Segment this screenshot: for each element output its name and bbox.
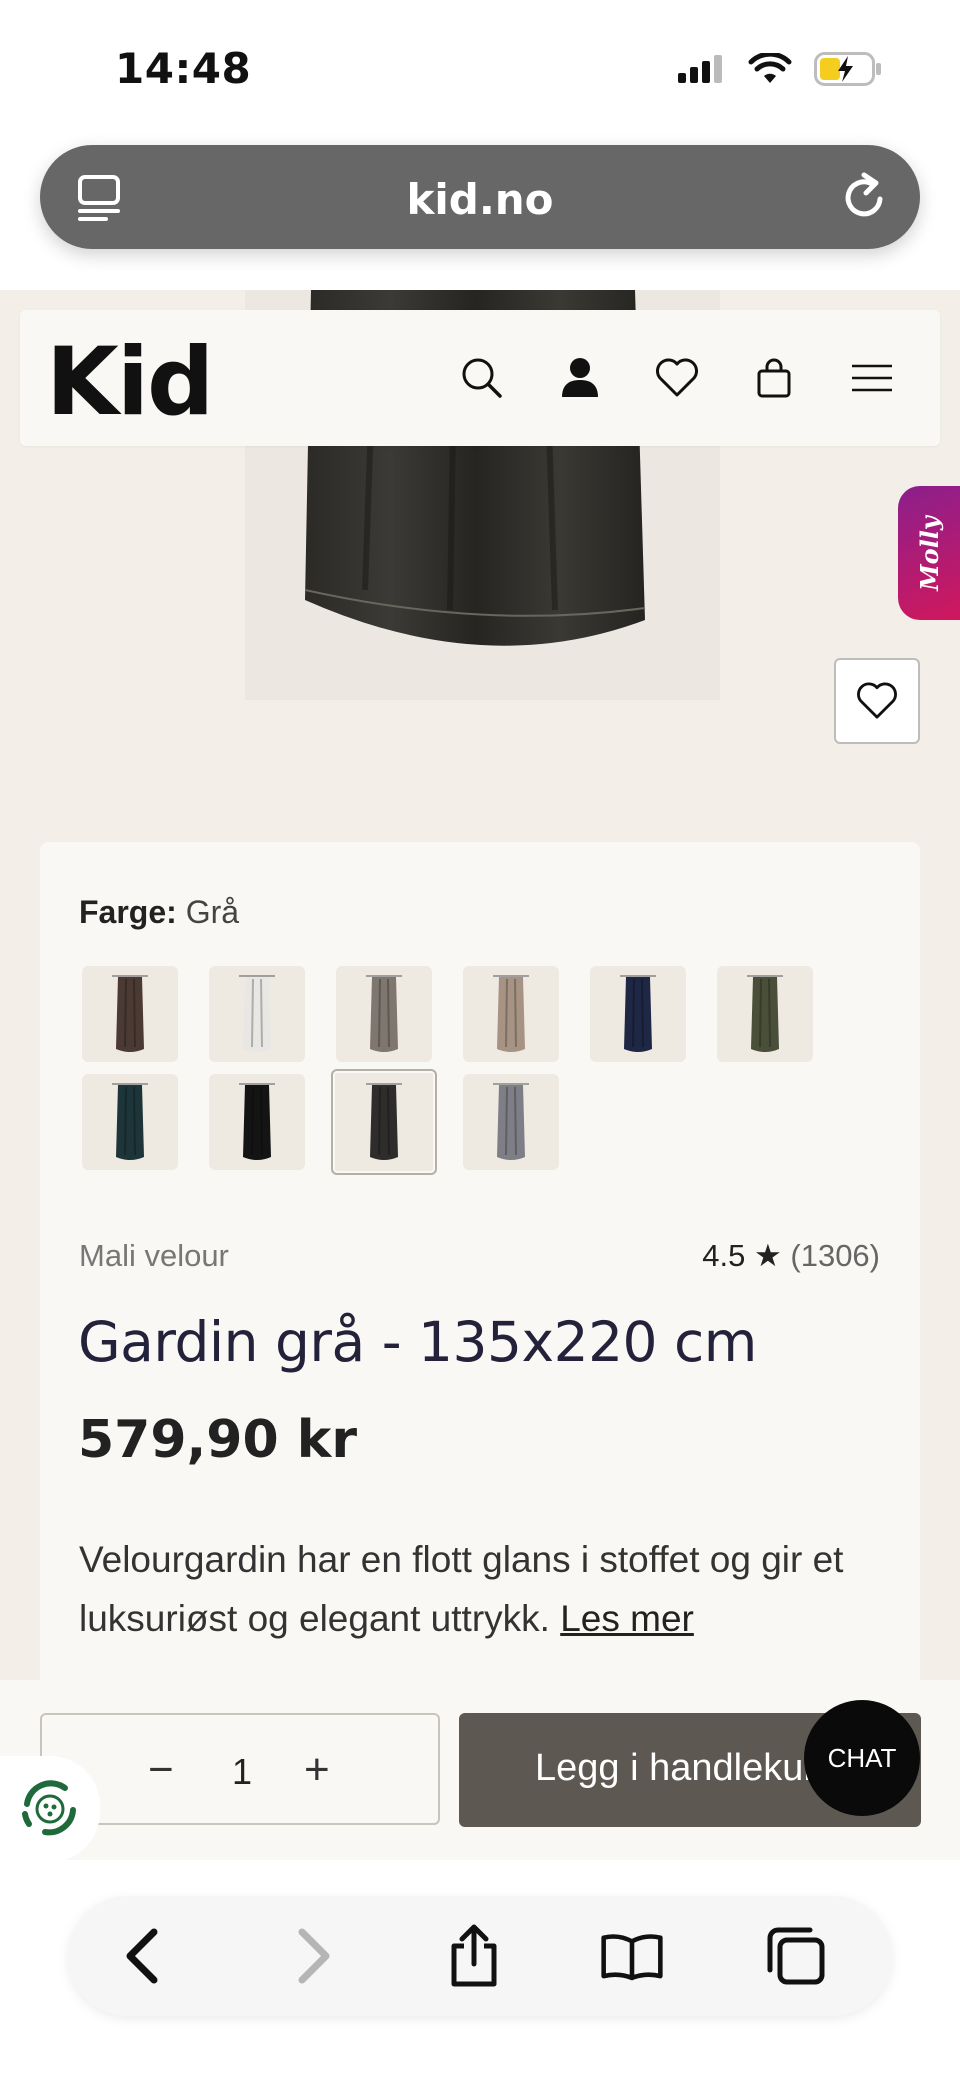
color-swatch[interactable] bbox=[331, 1069, 437, 1175]
product-price: 579,90 kr bbox=[78, 1410, 357, 1470]
rating-value: 4.5 ★ bbox=[702, 1238, 782, 1273]
curtain-thumbnail bbox=[112, 1083, 148, 1160]
increase-quantity-button[interactable]: + bbox=[304, 1745, 330, 1795]
product-title: Gardin grå - 135x220 cm bbox=[78, 1310, 757, 1374]
search-icon[interactable] bbox=[458, 354, 506, 402]
color-swatch[interactable] bbox=[82, 966, 178, 1062]
curtain-thumbnail bbox=[366, 975, 402, 1052]
curtain-thumbnail bbox=[112, 975, 148, 1052]
curtain-thumbnail bbox=[493, 975, 529, 1052]
browser-bottom-toolbar bbox=[0, 1860, 960, 2081]
molly-label: Molly bbox=[914, 515, 944, 591]
bookmarks-icon[interactable] bbox=[600, 1924, 664, 1988]
favorite-button[interactable] bbox=[834, 658, 920, 744]
decrease-quantity-button[interactable]: − bbox=[148, 1745, 174, 1795]
cart-icon[interactable] bbox=[750, 354, 798, 402]
reload-icon[interactable] bbox=[840, 171, 890, 228]
color-label-value: Grå bbox=[185, 894, 240, 930]
curtain-thumbnail bbox=[239, 1083, 275, 1160]
battery-icon bbox=[814, 52, 881, 86]
product-info-card: Farge: Grå Mali velour 4.5 ★ (1306) Gard… bbox=[40, 842, 920, 1680]
color-swatch[interactable] bbox=[336, 966, 432, 1062]
site-header: Kid bbox=[20, 310, 940, 446]
curtain-thumbnail bbox=[366, 1083, 402, 1160]
toolbar-pill bbox=[68, 1896, 892, 2016]
url-text[interactable]: kid.no bbox=[40, 175, 920, 224]
rating[interactable]: 4.5 ★ (1306) bbox=[702, 1238, 880, 1274]
curtain-thumbnail bbox=[620, 975, 656, 1052]
curtain-thumbnail bbox=[239, 975, 275, 1052]
color-swatch[interactable] bbox=[590, 966, 686, 1062]
product-description: Velourgardin har en flott glans i stoffe… bbox=[79, 1530, 899, 1648]
menu-icon[interactable] bbox=[848, 354, 896, 402]
color-swatch[interactable] bbox=[209, 1074, 305, 1170]
color-swatch[interactable] bbox=[463, 966, 559, 1062]
kid-logo[interactable]: Kid bbox=[46, 328, 214, 437]
color-label: Farge: Grå bbox=[79, 894, 239, 931]
add-to-cart-label: Legg i handlekurv bbox=[535, 1747, 835, 1789]
share-icon[interactable] bbox=[442, 1924, 506, 1988]
status-time: 14:48 bbox=[115, 44, 252, 93]
curtain-thumbnail bbox=[747, 975, 783, 1052]
chat-button[interactable]: CHAT bbox=[804, 1700, 920, 1816]
heart-icon bbox=[857, 682, 897, 719]
color-swatch[interactable] bbox=[209, 966, 305, 1062]
status-icons bbox=[678, 52, 882, 86]
page-content: Kid Molly Farge: Grå Mali velour 4.5 ★ (… bbox=[0, 290, 960, 1680]
recycle-icon bbox=[22, 1780, 76, 1836]
account-icon[interactable] bbox=[556, 354, 604, 402]
read-more-link[interactable]: Les mer bbox=[560, 1598, 694, 1639]
color-swatch[interactable] bbox=[717, 966, 813, 1062]
description-text: Velourgardin har en flott glans i stoffe… bbox=[79, 1539, 844, 1639]
quantity-value[interactable]: 1 bbox=[232, 1751, 252, 1793]
tabs-icon[interactable] bbox=[764, 1924, 828, 1988]
signal-icon bbox=[678, 55, 722, 83]
status-bar: 14:48 bbox=[0, 0, 960, 130]
browser-top-bar: kid.no bbox=[0, 130, 960, 290]
color-swatch[interactable] bbox=[82, 1074, 178, 1170]
add-to-cart-bar: − 1 + Legg i handlekurv CHAT bbox=[0, 1680, 960, 1862]
color-label-key: Farge: bbox=[79, 894, 177, 930]
molly-side-tab[interactable]: Molly bbox=[898, 486, 960, 620]
curtain-thumbnail bbox=[493, 1083, 529, 1160]
rating-count: (1306) bbox=[790, 1238, 880, 1273]
color-swatch[interactable] bbox=[463, 1074, 559, 1170]
forward-icon[interactable] bbox=[282, 1924, 346, 1988]
collection-name[interactable]: Mali velour bbox=[79, 1238, 229, 1274]
wishlist-icon[interactable] bbox=[653, 354, 701, 402]
wifi-icon bbox=[748, 53, 792, 83]
back-icon[interactable] bbox=[110, 1924, 174, 1988]
quantity-stepper: − 1 + bbox=[40, 1713, 440, 1825]
address-bar[interactable]: kid.no bbox=[40, 145, 920, 249]
eco-badge[interactable] bbox=[0, 1756, 100, 1862]
